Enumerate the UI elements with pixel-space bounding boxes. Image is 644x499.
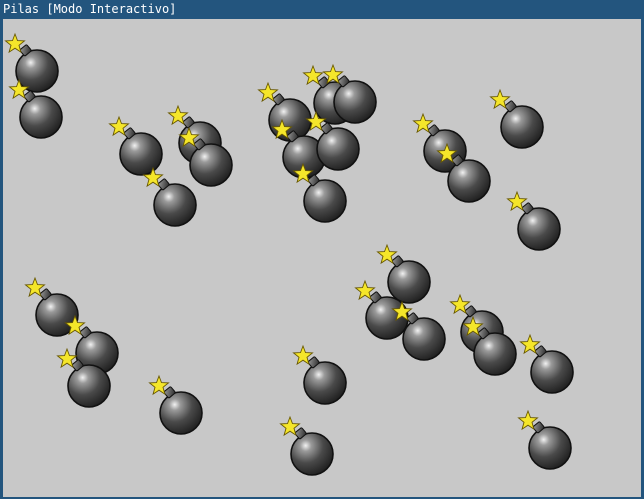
bomb-body xyxy=(19,95,63,139)
bomb-body xyxy=(447,159,491,203)
bomb-sprite[interactable] xyxy=(506,190,561,251)
bomb-body xyxy=(387,260,431,304)
bomb-body xyxy=(316,127,360,171)
bomb-sprite[interactable] xyxy=(148,374,203,435)
bomb-sprite[interactable] xyxy=(292,344,347,405)
bomb-sprite[interactable] xyxy=(489,88,544,149)
bomb-body xyxy=(153,183,197,227)
bomb-body xyxy=(67,364,111,408)
bomb-body xyxy=(528,426,572,470)
bomb-body xyxy=(530,350,574,394)
bomb-sprite[interactable] xyxy=(279,415,334,476)
bomb-body xyxy=(189,143,233,187)
bomb-body xyxy=(303,361,347,405)
bomb-sprite[interactable] xyxy=(519,333,574,394)
bomb-sprite[interactable] xyxy=(142,166,197,227)
bomb-sprite[interactable] xyxy=(376,243,431,304)
bomb-body xyxy=(402,317,446,361)
scene-svg xyxy=(4,32,574,476)
app-window: Pilas [Modo Interactivo] xyxy=(0,0,644,499)
bomb-sprite[interactable] xyxy=(517,409,572,470)
bomb-sprite[interactable] xyxy=(108,115,163,176)
bomb-body xyxy=(333,80,377,124)
bomb-body xyxy=(15,49,59,93)
bomb-body xyxy=(500,105,544,149)
window-title: Pilas [Modo Interactivo] xyxy=(1,1,644,18)
bomb-body xyxy=(473,332,517,376)
bomb-body xyxy=(159,391,203,435)
bomb-sprite[interactable] xyxy=(4,32,59,93)
bomb-body xyxy=(517,207,561,251)
game-canvas[interactable] xyxy=(3,19,641,497)
bomb-body xyxy=(303,179,347,223)
bomb-body xyxy=(290,432,334,476)
bomb-sprite[interactable] xyxy=(24,276,79,337)
bomb-sprite[interactable] xyxy=(292,162,347,223)
bomb-body xyxy=(119,132,163,176)
